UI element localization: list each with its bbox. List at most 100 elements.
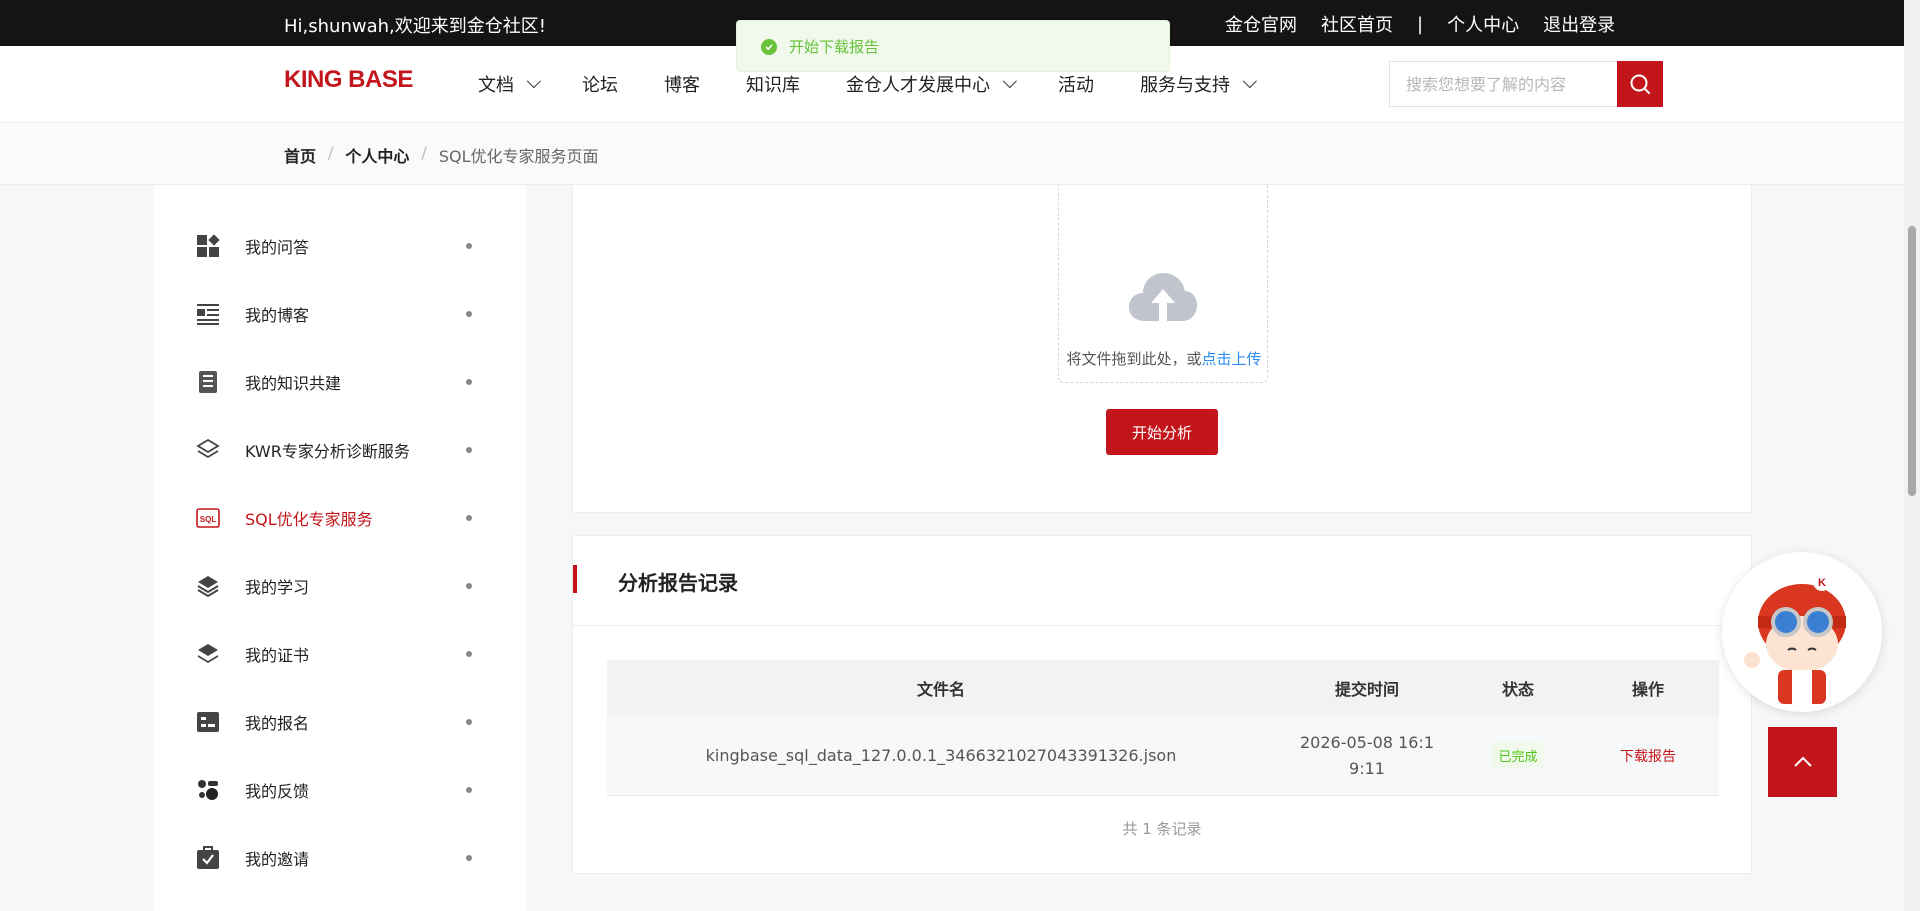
sql-icon: SQL: [196, 506, 220, 530]
scrollbar-thumb[interactable]: [1908, 226, 1916, 496]
sidebar-item-my-knowledge[interactable]: 我的知识共建: [154, 357, 526, 407]
upload-dropzone[interactable]: 将文件拖到此处，或点击上传: [1058, 185, 1268, 383]
sidebar-item-label: 我的反馈: [245, 782, 310, 801]
sidebar-item-my-registration[interactable]: 我的报名: [154, 697, 526, 747]
sidebar-item-my-certificate[interactable]: 我的证书: [154, 629, 526, 679]
bullet-dot: [466, 719, 472, 725]
success-toast: 开始下载报告: [736, 20, 1170, 72]
sidebar-item-my-invitation[interactable]: 我的邀请: [154, 833, 526, 883]
report-records-panel: 分析报告记录 文件名 提交时间 状态 操作 kingbase_sql_data_…: [572, 535, 1752, 874]
mascot-assistant[interactable]: K: [1722, 552, 1882, 712]
cell-status: 已完成: [1459, 716, 1577, 796]
records-header: 分析报告记录: [573, 536, 1751, 626]
sidebar-item-label: 我的知识共建: [245, 374, 342, 393]
table-header-row: 文件名 提交时间 状态 操作: [607, 660, 1719, 716]
sidebar-item-label: 我的博客: [245, 306, 310, 325]
sidebar-item-label: 我的邀请: [245, 850, 310, 869]
feedback-icon: [196, 778, 220, 802]
start-analysis-button[interactable]: 开始分析: [1106, 409, 1218, 455]
nav-item-label: 文档: [478, 75, 514, 96]
svg-text:K: K: [1818, 577, 1826, 589]
chevron-down-icon: [526, 74, 541, 89]
sidebar-item-label: 我的证书: [245, 646, 310, 665]
column-header-time: 提交时间: [1275, 660, 1459, 716]
nav-item-label: 博客: [664, 75, 700, 96]
breadcrumb-personal-center[interactable]: 个人中心: [345, 143, 409, 167]
personal-center-link[interactable]: 个人中心: [1447, 11, 1519, 37]
bullet-dot: [466, 515, 472, 521]
community-home-link[interactable]: 社区首页: [1321, 11, 1393, 37]
sidebar-item-sql-service[interactable]: SQL SQL优化专家服务: [154, 493, 526, 543]
sidebar-item-label: SQL优化专家服务: [245, 510, 373, 529]
drop-hint-text: 将文件拖到此处，或: [1066, 350, 1202, 368]
records-table: 文件名 提交时间 状态 操作 kingbase_sql_data_127.0.0…: [607, 660, 1719, 796]
sidebar-item-label: 我的报名: [245, 714, 310, 733]
knowledge-book-icon: [196, 370, 220, 394]
logout-link[interactable]: 退出登录: [1543, 11, 1615, 37]
nav-item-label: 活动: [1058, 75, 1094, 96]
nav-item-blog[interactable]: 博客: [664, 71, 700, 97]
nav-item-label: 知识库: [746, 75, 800, 96]
nav-item-label: 服务与支持: [1140, 75, 1230, 96]
back-to-top-button[interactable]: [1768, 727, 1837, 797]
records-total: 共 1 条记录: [1122, 820, 1202, 838]
sidebar-item-my-learning[interactable]: 我的学习: [154, 561, 526, 611]
sidebar-item-label: 我的问答: [245, 238, 310, 257]
nav-item-service[interactable]: 服务与支持: [1140, 71, 1257, 97]
sidebar-item-my-feedback[interactable]: 我的反馈: [154, 765, 526, 815]
sidebar-item-label: 我的学习: [245, 578, 310, 597]
official-site-link[interactable]: 金仓官网: [1225, 11, 1297, 37]
layers-solid-icon: [196, 642, 220, 666]
chevron-down-icon: [1242, 74, 1257, 89]
breadcrumb-bar: 首页 / 个人中心 / SQL优化专家服务页面: [0, 123, 1904, 185]
toast-message: 开始下载报告: [789, 38, 880, 56]
bullet-dot: [466, 243, 472, 249]
top-links: 金仓官网 社区首页 | 个人中心 退出登录: [1225, 11, 1639, 37]
search-icon: [1630, 74, 1650, 94]
column-header-status: 状态: [1459, 660, 1577, 716]
nav-item-label: 论坛: [582, 75, 618, 96]
cell-time: 2026-05-08 16:19:11: [1275, 716, 1459, 796]
title-accent-bar: [573, 565, 577, 593]
nav-item-events[interactable]: 活动: [1058, 71, 1094, 97]
blog-list-icon: [196, 302, 220, 326]
cell-filename: kingbase_sql_data_127.0.0.1_346632102704…: [607, 716, 1275, 796]
bullet-dot: [466, 787, 472, 793]
sidebar: 我的问答 我的博客 我的知识共建 KWR专家分析诊断服务 SQL SQL优化专家…: [154, 185, 526, 911]
records-title: 分析报告记录: [618, 571, 738, 595]
breadcrumb-separator: /: [421, 143, 427, 162]
sidebar-item-my-blog[interactable]: 我的博客: [154, 289, 526, 339]
search-button[interactable]: [1617, 61, 1663, 107]
nav-item-talent[interactable]: 金仓人才发展中心: [846, 71, 1017, 97]
drop-hint: 将文件拖到此处，或点击上传: [1059, 348, 1269, 369]
column-header-action: 操作: [1577, 660, 1719, 716]
status-badge: 已完成: [1492, 742, 1544, 769]
sidebar-item-label: KWR专家分析诊断服务: [245, 442, 410, 461]
bullet-dot: [466, 855, 472, 861]
nav-item-docs[interactable]: 文档: [478, 71, 541, 97]
kingbase-logo[interactable]: KING BASE: [284, 66, 413, 94]
click-upload-link[interactable]: 点击上传: [1202, 350, 1262, 368]
mascot-icon: K: [1744, 573, 1846, 704]
bullet-dot: [466, 651, 472, 657]
sidebar-item-kwr-service[interactable]: KWR专家分析诊断服务: [154, 425, 526, 475]
layers-stack-icon: [196, 574, 220, 598]
nav-item-knowledge[interactable]: 知识库: [746, 71, 800, 97]
qa-grid-icon: [196, 234, 220, 258]
column-header-filename: 文件名: [607, 660, 1275, 716]
bullet-dot: [466, 447, 472, 453]
top-link-separator: |: [1417, 13, 1424, 35]
bullet-dot: [466, 311, 472, 317]
layers-outline-icon: [196, 438, 220, 462]
breadcrumb-current: SQL优化专家服务页面: [438, 147, 599, 166]
breadcrumb-home[interactable]: 首页: [284, 143, 316, 167]
download-report-link[interactable]: 下载报告: [1620, 746, 1676, 766]
greeting-text: Hi,shunwah,欢迎来到金仓社区!: [284, 16, 546, 37]
table-row: kingbase_sql_data_127.0.0.1_346632102704…: [607, 716, 1719, 796]
sidebar-item-my-qa[interactable]: 我的问答: [154, 221, 526, 271]
nav-menu: 文档 论坛 博客 知识库 金仓人才发展中心 活动 服务与支持: [478, 71, 1298, 97]
nav-item-label: 金仓人才发展中心: [846, 75, 990, 96]
cell-action: 下载报告: [1577, 716, 1719, 796]
nav-item-forum[interactable]: 论坛: [582, 71, 618, 97]
bullet-dot: [466, 583, 472, 589]
